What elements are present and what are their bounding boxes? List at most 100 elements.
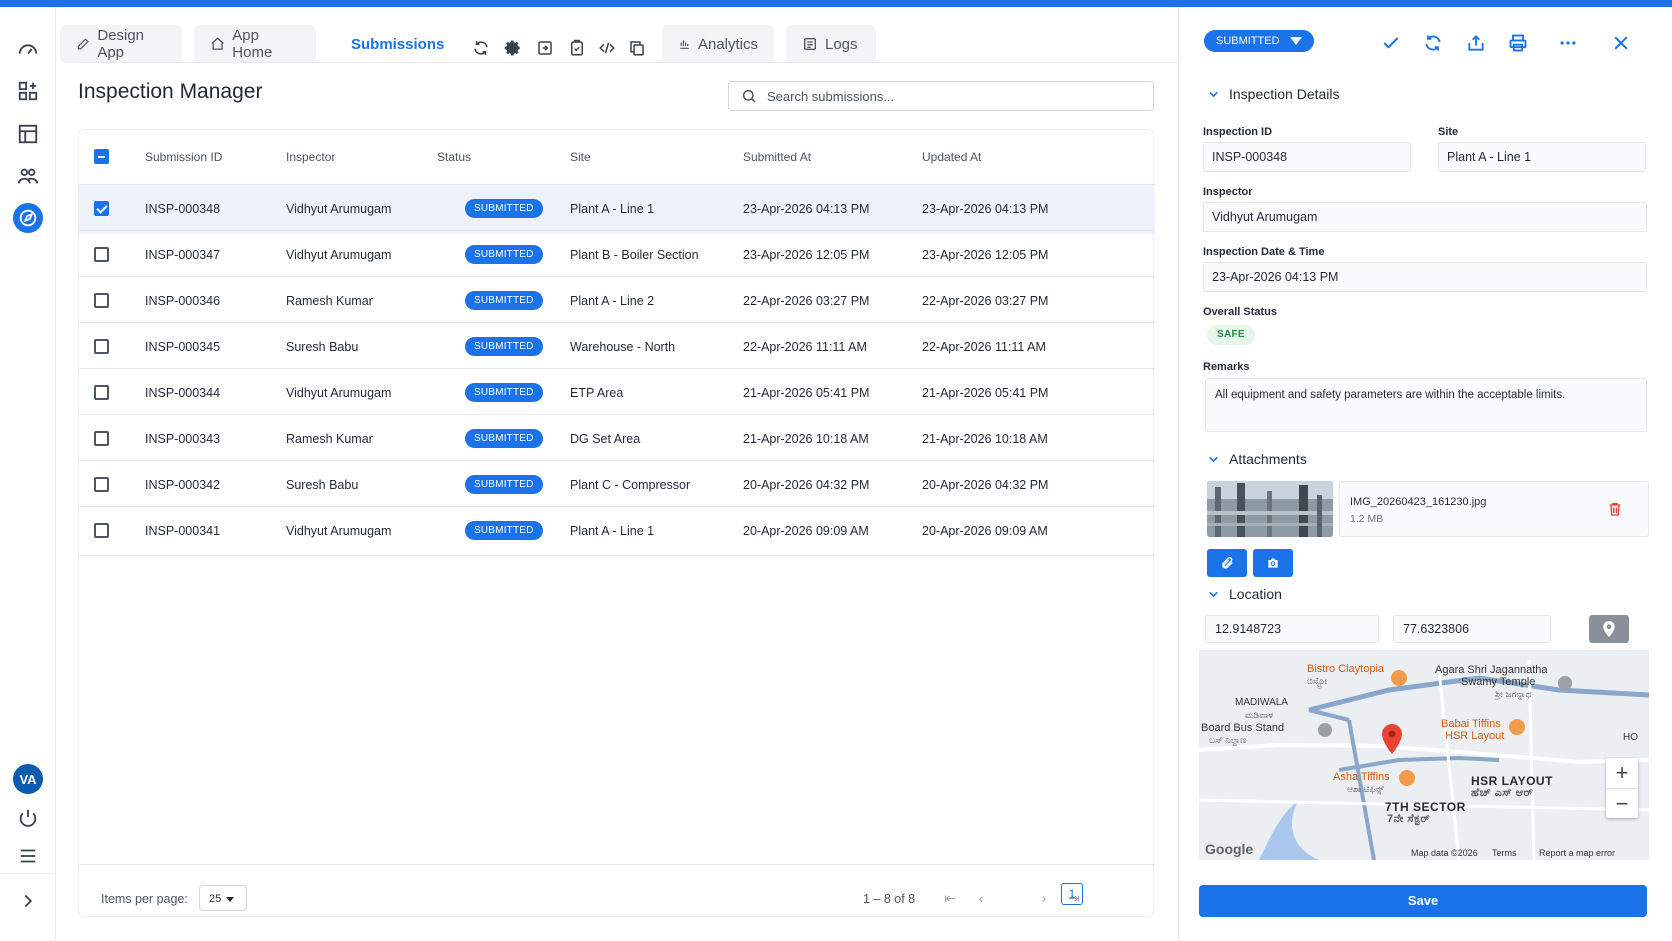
longitude-field[interactable]: 77.6323806 bbox=[1393, 615, 1551, 643]
explore-icon[interactable] bbox=[13, 203, 43, 233]
search-box[interactable] bbox=[728, 81, 1154, 111]
map-terms-link[interactable]: Terms bbox=[1492, 848, 1517, 858]
cell-updated-at: 22-Apr-2026 03:27 PM bbox=[922, 294, 1049, 308]
map-label-sub: ಹೆಚ್ ಎಸ್ ಆರ್ bbox=[1471, 787, 1534, 799]
column-header[interactable]: Submission ID bbox=[145, 150, 222, 164]
row-checkbox[interactable] bbox=[94, 293, 109, 308]
last-page-icon[interactable]: ⇥ bbox=[1065, 889, 1083, 907]
items-per-page-select[interactable]: 25 bbox=[199, 885, 247, 911]
attachment-item[interactable]: IMG_20260423_161230.jpg 1.2 MB bbox=[1339, 481, 1649, 537]
inspection-details-header[interactable]: Inspection Details bbox=[1207, 86, 1340, 102]
table-row[interactable]: INSP-000346 Ramesh Kumar SUBMITTED Plant… bbox=[79, 276, 1155, 326]
cell-submission-id: INSP-000345 bbox=[145, 340, 221, 354]
map-label-text: MADIWALA bbox=[1235, 697, 1288, 708]
cell-submission-id: INSP-000347 bbox=[145, 248, 221, 262]
google-logo: Google bbox=[1205, 841, 1254, 857]
tab-analytics-label: Analytics bbox=[697, 35, 758, 53]
trash-icon[interactable] bbox=[1607, 500, 1623, 518]
save-button[interactable]: Save bbox=[1199, 885, 1647, 917]
tab-app-home[interactable]: App Home bbox=[194, 25, 316, 63]
row-checkbox[interactable] bbox=[94, 431, 109, 446]
power-icon[interactable] bbox=[12, 802, 44, 834]
layout-icon[interactable] bbox=[12, 118, 44, 150]
dashboard-icon[interactable] bbox=[12, 33, 44, 65]
attachment-size: 1.2 MB bbox=[1350, 513, 1384, 525]
expand-chevron-icon[interactable] bbox=[12, 885, 44, 917]
datetime-field[interactable]: 23-Apr-2026 04:13 PM bbox=[1203, 262, 1647, 292]
location-map[interactable]: Bistro Claytopia ಬಿಸ್ಟ್ರೋ Agara Shri Jaga… bbox=[1199, 650, 1649, 860]
table-row[interactable]: INSP-000341 Vidhyut Arumugam SUBMITTED P… bbox=[79, 506, 1155, 556]
cell-site: Plant A - Line 2 bbox=[570, 294, 655, 308]
column-header[interactable]: Updated At bbox=[922, 150, 981, 164]
menu-icon[interactable] bbox=[12, 840, 44, 872]
column-header[interactable]: Site bbox=[570, 150, 591, 164]
row-checkbox[interactable] bbox=[94, 339, 109, 354]
prev-page-icon[interactable]: ‹ bbox=[972, 889, 990, 907]
settings-gear-icon[interactable] bbox=[501, 36, 525, 60]
table-row[interactable]: INSP-000348 Vidhyut Arumugam SUBMITTED P… bbox=[79, 184, 1155, 234]
inspector-field[interactable]: Vidhyut Arumugam bbox=[1203, 202, 1647, 232]
inspection-id-field[interactable]: INSP-000348 bbox=[1203, 142, 1411, 172]
camera-button[interactable] bbox=[1253, 549, 1293, 577]
tab-logs[interactable]: Logs bbox=[786, 25, 876, 63]
zoom-out-button[interactable]: − bbox=[1606, 788, 1638, 818]
map-label-sector: 7TH SECTOR 7ನೇ ಸೆಕ್ಟರ್ bbox=[1385, 801, 1466, 825]
zoom-in-button[interactable]: + bbox=[1606, 758, 1638, 788]
cell-inspector: Vidhyut Arumugam bbox=[286, 248, 392, 262]
avatar[interactable]: VA bbox=[13, 764, 43, 794]
locate-button[interactable] bbox=[1589, 615, 1629, 643]
first-page-icon[interactable]: ⇤ bbox=[941, 889, 959, 907]
column-header[interactable]: Submitted At bbox=[743, 150, 811, 164]
cell-submitted-at: 21-Apr-2026 05:41 PM bbox=[743, 386, 870, 400]
more-options-icon[interactable] bbox=[1555, 30, 1581, 56]
refresh-icon[interactable] bbox=[469, 36, 493, 60]
site-field[interactable]: Plant A - Line 1 bbox=[1438, 142, 1646, 172]
attachment-thumbnail[interactable] bbox=[1207, 481, 1333, 537]
row-checkbox[interactable] bbox=[94, 385, 109, 400]
row-checkbox[interactable] bbox=[94, 201, 109, 216]
search-input[interactable] bbox=[767, 88, 1147, 104]
tab-design-app[interactable]: Design App bbox=[60, 25, 182, 63]
row-checkbox[interactable] bbox=[94, 523, 109, 538]
code-icon[interactable] bbox=[595, 36, 619, 60]
next-page-icon[interactable]: › bbox=[1035, 889, 1053, 907]
users-icon[interactable] bbox=[12, 160, 44, 192]
table-row[interactable]: INSP-000345 Suresh Babu SUBMITTED Wareho… bbox=[79, 322, 1155, 372]
refresh-icon[interactable] bbox=[1420, 30, 1446, 56]
import-icon[interactable] bbox=[533, 36, 557, 60]
row-checkbox[interactable] bbox=[94, 477, 109, 492]
share-icon[interactable] bbox=[1463, 30, 1489, 56]
row-checkbox[interactable] bbox=[94, 247, 109, 262]
table-row[interactable]: INSP-000342 Suresh Babu SUBMITTED Plant … bbox=[79, 460, 1155, 510]
apps-grid-icon[interactable] bbox=[12, 75, 44, 107]
location-header[interactable]: Location bbox=[1207, 586, 1282, 602]
attach-file-button[interactable] bbox=[1207, 549, 1247, 577]
status-badge: SUBMITTED bbox=[465, 199, 543, 218]
cell-submitted-at: 20-Apr-2026 04:32 PM bbox=[743, 478, 870, 492]
copy-icon[interactable] bbox=[625, 36, 649, 60]
column-header[interactable]: Status bbox=[437, 150, 471, 164]
chevron-down-icon bbox=[1209, 91, 1218, 97]
cell-site: Plant A - Line 1 bbox=[570, 202, 655, 216]
map-label-sub: ಮಡಿವಾಳ bbox=[1245, 710, 1274, 720]
latitude-field[interactable]: 12.9148723 bbox=[1205, 615, 1379, 643]
bar-chart-icon bbox=[680, 40, 689, 49]
cell-submission-id: INSP-000348 bbox=[145, 202, 221, 216]
clipboard-icon[interactable] bbox=[565, 36, 589, 60]
table-row[interactable]: INSP-000344 Vidhyut Arumugam SUBMITTED E… bbox=[79, 368, 1155, 418]
tab-analytics[interactable]: Analytics bbox=[662, 25, 774, 63]
close-icon[interactable] bbox=[1608, 30, 1634, 56]
attachments-header[interactable]: Attachments bbox=[1207, 451, 1307, 467]
tab-submissions[interactable]: Submissions bbox=[328, 25, 458, 63]
map-label-text: Babai Tiffins bbox=[1441, 718, 1501, 730]
cell-updated-at: 23-Apr-2026 12:05 PM bbox=[922, 248, 1049, 262]
approve-check-icon[interactable] bbox=[1378, 30, 1404, 56]
remarks-field[interactable]: All equipment and safety parameters are … bbox=[1205, 378, 1647, 432]
table-row[interactable]: INSP-000347 Vidhyut Arumugam SUBMITTED P… bbox=[79, 230, 1155, 280]
report-map-error-link[interactable]: Report a map error bbox=[1539, 848, 1615, 858]
status-dropdown[interactable]: SUBMITTED bbox=[1204, 30, 1314, 52]
column-header[interactable]: Inspector bbox=[286, 150, 335, 164]
select-all-checkbox[interactable] bbox=[94, 149, 109, 164]
print-icon[interactable] bbox=[1505, 30, 1531, 56]
table-row[interactable]: INSP-000343 Ramesh Kumar SUBMITTED DG Se… bbox=[79, 414, 1155, 464]
